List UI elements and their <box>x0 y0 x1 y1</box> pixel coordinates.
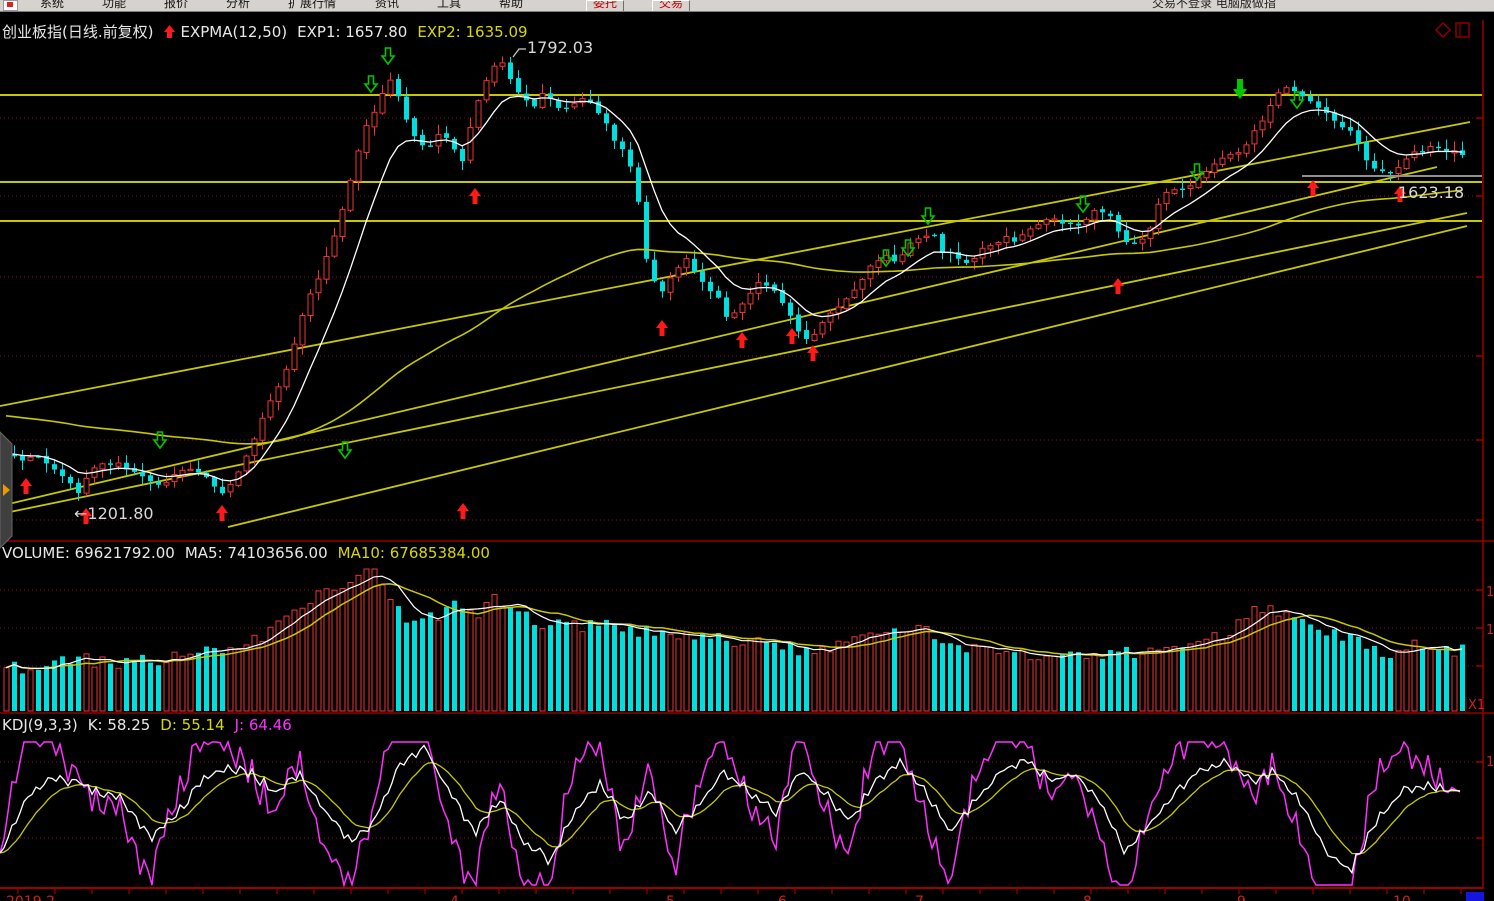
svg-text:←1201.80: ←1201.80 <box>74 504 154 523</box>
buy-arrow <box>656 320 668 336</box>
svg-text:1623.18: 1623.18 <box>1398 183 1464 202</box>
time-axis-label: 10 <box>1393 894 1411 901</box>
svg-text:1: 1 <box>1486 755 1494 770</box>
kdj-pane[interactable]: 1 <box>0 742 1494 885</box>
volume-pane[interactable]: 1 1 X1 <box>0 569 1494 713</box>
svg-text:1: 1 <box>1486 585 1494 600</box>
time-axis-label: 6 <box>778 894 787 901</box>
stock-terminal-window: 系统功能报价分析扩展行情资讯工具帮助委托交易 交易不登录 电脑版做指 创业板指(… <box>0 0 1494 901</box>
sell-arrow-hollow <box>382 48 394 64</box>
buy-arrow <box>20 478 32 494</box>
diamond-icon[interactable] <box>1436 23 1450 37</box>
buy-arrow <box>469 188 481 204</box>
buy-arrow <box>216 505 228 521</box>
buy-arrow <box>736 332 748 348</box>
time-axis-label: 2019.2 <box>6 894 55 901</box>
time-axis[interactable]: 2019.2 4 5 6 7 8 9 10 <box>6 888 1484 901</box>
zoom-level-label: X1 <box>1468 698 1485 713</box>
time-axis-label: 5 <box>666 894 675 901</box>
time-axis-label: 9 <box>1237 894 1246 901</box>
window-icon[interactable] <box>1456 23 1469 37</box>
pane-corner-icons <box>1436 23 1469 37</box>
candlesticks <box>4 56 1465 501</box>
price-annotations: 1792.03 ←1201.80 1623.18 <box>74 38 1464 523</box>
exp1-line <box>6 96 1462 481</box>
svg-text:1792.03: 1792.03 <box>527 38 593 57</box>
sell-arrow-hollow <box>365 76 377 92</box>
left-panel-tab[interactable] <box>0 432 12 548</box>
chart-canvas[interactable]: 1792.03 ←1201.80 1623.18 1 1 X1 1 2019.2 4 5 6 7 8 9 1… <box>0 0 1494 901</box>
volume-bars <box>4 569 1465 711</box>
main-pane[interactable]: 1792.03 ←1201.80 1623.18 <box>0 38 1483 527</box>
pane-frame <box>0 20 1494 889</box>
buy-arrow <box>1112 278 1124 294</box>
time-axis-label: 7 <box>915 894 924 901</box>
buy-arrow <box>457 503 469 519</box>
scrollbar-thumb[interactable] <box>1466 892 1484 901</box>
kdj-k-line <box>0 746 1460 873</box>
kdj-j-line <box>0 742 1460 885</box>
time-axis-label: 8 <box>1083 894 1092 901</box>
svg-text:1: 1 <box>1486 623 1494 638</box>
time-axis-label: 4 <box>450 894 459 901</box>
